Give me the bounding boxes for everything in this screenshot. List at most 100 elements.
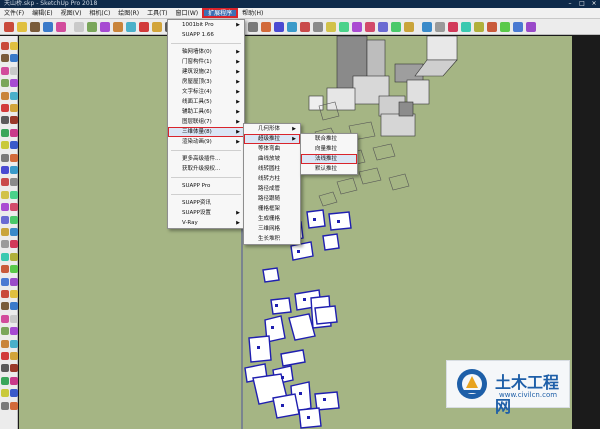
toolbar-tool-icon[interactable] xyxy=(313,22,323,32)
toolbar-tool-icon[interactable] xyxy=(391,22,401,32)
extensions-menu-item[interactable]: 三维体量(8) ▶ xyxy=(168,127,244,137)
solid-menu-item[interactable]: 三维网格 xyxy=(244,224,300,234)
solid-menu-item[interactable]: 线转圆柱 xyxy=(244,164,300,174)
side-tool-icon[interactable] xyxy=(1,153,9,162)
pushpull-menu-item[interactable]: 联合推拉 xyxy=(301,134,357,144)
toolbar-tool-icon[interactable] xyxy=(56,22,66,32)
menu-window[interactable]: 窗口(W) xyxy=(172,8,203,18)
side-tool-icon[interactable] xyxy=(10,79,18,88)
menu-extensions[interactable]: 扩展程序 xyxy=(202,8,239,18)
side-tool-icon[interactable] xyxy=(1,290,9,298)
side-tool-icon[interactable] xyxy=(10,116,18,125)
solid-menu-item[interactable]: 生长堆积 xyxy=(244,234,300,244)
side-tool-icon[interactable] xyxy=(1,302,9,311)
toolbar-tool-icon[interactable] xyxy=(500,22,510,32)
side-tool-icon[interactable] xyxy=(1,104,9,112)
side-tool-icon[interactable] xyxy=(1,389,9,398)
side-tool-icon[interactable] xyxy=(1,66,9,75)
side-tool-icon[interactable] xyxy=(1,376,9,385)
side-tool-icon[interactable] xyxy=(1,166,9,174)
menu-file[interactable]: 文件(F) xyxy=(0,8,28,18)
extensions-menu-item[interactable]: SUAPP Pro xyxy=(168,181,244,191)
solid-menu-item[interactable]: 生成栅格 xyxy=(244,214,300,224)
side-tool-icon[interactable] xyxy=(10,339,18,348)
solid-menu-item[interactable]: 路径跟随 xyxy=(244,194,300,204)
side-tool-icon[interactable] xyxy=(10,327,18,336)
extensions-menu-item[interactable]: 房屋屋顶(3) ▶ xyxy=(168,77,244,87)
close-icon[interactable]: × xyxy=(588,0,600,8)
side-tool-icon[interactable] xyxy=(1,339,9,348)
side-tool-icon[interactable] xyxy=(10,128,18,137)
toolbar-tool-icon[interactable] xyxy=(43,22,53,32)
side-tool-icon[interactable] xyxy=(10,314,18,323)
side-tool-icon[interactable] xyxy=(10,215,18,224)
side-tool-icon[interactable] xyxy=(10,141,18,150)
toolbar-tool-icon[interactable] xyxy=(435,22,445,32)
side-tool-icon[interactable] xyxy=(10,290,18,298)
side-tool-icon[interactable] xyxy=(1,178,9,187)
side-tool-icon[interactable] xyxy=(1,215,9,224)
toolbar-tool-icon[interactable] xyxy=(30,22,40,32)
side-tool-icon[interactable] xyxy=(1,190,9,199)
side-tool-icon[interactable] xyxy=(10,66,18,75)
side-tool-icon[interactable] xyxy=(10,302,18,311)
toolbar-tool-icon[interactable] xyxy=(261,22,271,32)
toolbar-tool-icon[interactable] xyxy=(526,22,536,32)
menu-draw[interactable]: 绘图(R) xyxy=(114,8,143,18)
side-tool-icon[interactable] xyxy=(1,401,9,410)
side-tool-icon[interactable] xyxy=(1,42,9,50)
toolbar-tool-icon[interactable] xyxy=(300,22,310,32)
side-tool-icon[interactable] xyxy=(1,141,9,150)
extensions-menu-item[interactable]: 渲染动画(9) ▶ xyxy=(168,137,244,147)
side-tool-icon[interactable] xyxy=(1,265,9,274)
side-tool-icon[interactable] xyxy=(1,277,9,286)
pushpull-menu-item[interactable]: 向量推拉 xyxy=(301,144,357,154)
side-tool-icon[interactable] xyxy=(10,203,18,212)
toolbar-tool-icon[interactable] xyxy=(339,22,349,32)
maximize-icon[interactable]: □ xyxy=(576,0,588,8)
extensions-menu-item[interactable]: SUAPP 1.66 xyxy=(168,30,244,40)
pushpull-menu-item[interactable]: 默认推拉 xyxy=(301,164,357,174)
menu-tools[interactable]: 工具(T) xyxy=(143,8,171,18)
toolbar-tool-icon[interactable] xyxy=(17,22,27,32)
menu-camera[interactable]: 相机(C) xyxy=(85,8,114,18)
side-tool-icon[interactable] xyxy=(10,54,18,63)
extensions-menu-item[interactable]: V-Ray ▶ xyxy=(168,218,244,228)
toolbar-tool-icon[interactable] xyxy=(248,22,258,32)
extensions-menu-item[interactable]: 建筑设施(2) ▶ xyxy=(168,67,244,77)
minimize-icon[interactable]: – xyxy=(564,0,576,8)
solid-menu-item[interactable]: 路径成管 xyxy=(244,184,300,194)
toolbar-tool-icon[interactable] xyxy=(87,22,97,32)
side-tool-icon[interactable] xyxy=(1,54,9,63)
solid-menu-item[interactable]: 曲线放坡 xyxy=(244,154,300,164)
extensions-menu-item[interactable]: 辅助工具(6) ▶ xyxy=(168,107,244,117)
toolbar-tool-icon[interactable] xyxy=(74,22,84,32)
side-tool-icon[interactable] xyxy=(10,364,18,373)
toolbar-tool-icon[interactable] xyxy=(100,22,110,32)
toolbar-tool-icon[interactable] xyxy=(274,22,284,32)
side-tool-icon[interactable] xyxy=(1,314,9,323)
menu-edit[interactable]: 编辑(E) xyxy=(28,8,56,18)
solid-menu-item[interactable]: 几何形体 ▶ xyxy=(244,124,300,134)
extensions-menu-item[interactable]: 门窗构件(1) ▶ xyxy=(168,57,244,67)
side-tool-icon[interactable] xyxy=(10,401,18,410)
extensions-menu-item[interactable]: 线面工具(5) ▶ xyxy=(168,97,244,107)
side-tool-icon[interactable] xyxy=(1,79,9,88)
solid-menu-item[interactable]: 栅格框架 xyxy=(244,204,300,214)
side-tool-icon[interactable] xyxy=(10,178,18,187)
toolbar-tool-icon[interactable] xyxy=(152,22,162,32)
side-tool-icon[interactable] xyxy=(10,166,18,174)
solid-menu-item[interactable]: 等体弯曲 xyxy=(244,144,300,154)
toolbar-tool-icon[interactable] xyxy=(287,22,297,32)
side-tool-icon[interactable] xyxy=(1,128,9,137)
side-tool-icon[interactable] xyxy=(10,228,18,236)
extensions-menu-item[interactable]: 获取升级授权... xyxy=(168,164,244,174)
toolbar-tool-icon[interactable] xyxy=(474,22,484,32)
extensions-menu-item[interactable]: 1001bit Pro ▶ xyxy=(168,20,244,30)
extensions-menu-item[interactable]: 轴网墙体(0) ▶ xyxy=(168,47,244,57)
side-tool-icon[interactable] xyxy=(1,252,9,261)
side-tool-icon[interactable] xyxy=(10,277,18,286)
side-tool-icon[interactable] xyxy=(10,153,18,162)
toolbar-tool-icon[interactable] xyxy=(513,22,523,32)
side-tool-icon[interactable] xyxy=(10,42,18,50)
